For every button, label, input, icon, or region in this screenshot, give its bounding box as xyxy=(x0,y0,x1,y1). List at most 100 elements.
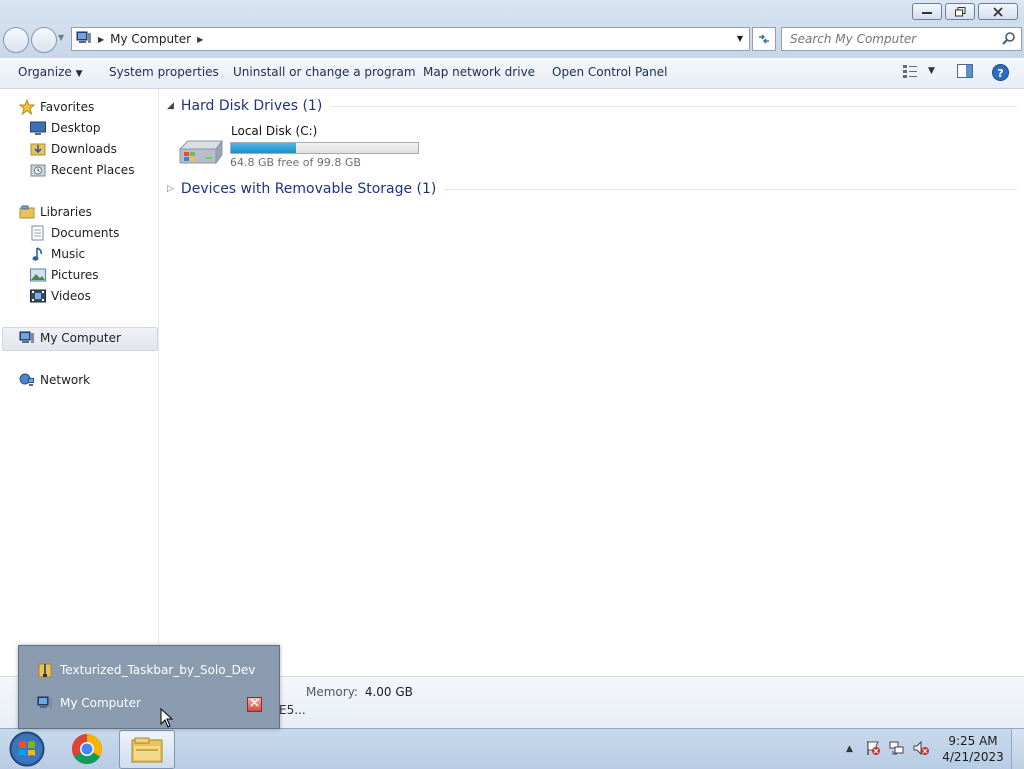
drive-name: Local Disk (C:) xyxy=(231,124,318,138)
network-status-icon[interactable] xyxy=(889,740,905,759)
navigation-pane: Favorites Desktop Downloads Recent Place… xyxy=(0,89,159,676)
computer-icon xyxy=(37,696,53,710)
address-bar[interactable]: ▶ My Computer ▶ ▼ xyxy=(71,27,750,51)
nav-item-documents[interactable]: Documents xyxy=(30,223,119,243)
group-header-hard-disk-drives[interactable]: ◢ Hard Disk Drives (1) xyxy=(167,98,1017,114)
organize-label: Organize xyxy=(18,65,72,79)
drive-usage-fill xyxy=(231,143,297,153)
address-row: ▼ ▶ My Computer ▶ ▼ xyxy=(0,24,1024,58)
divider xyxy=(444,188,1017,190)
drive-usage-bar xyxy=(230,142,419,154)
star-icon xyxy=(19,99,35,115)
nav-label: Desktop xyxy=(51,121,101,135)
processor-value: E5... xyxy=(279,703,306,717)
system-properties-button[interactable]: System properties xyxy=(109,65,219,79)
title-bar xyxy=(0,0,1024,24)
search-box[interactable] xyxy=(781,27,1022,51)
memory-info: Memory: 4.00 GB xyxy=(306,685,413,699)
action-center-icon[interactable] xyxy=(865,740,881,759)
videos-icon xyxy=(30,288,46,304)
breadcrumb-arrow-icon[interactable]: ▶ xyxy=(197,35,203,44)
forward-button[interactable] xyxy=(31,27,57,53)
minimize-button[interactable] xyxy=(912,3,942,20)
nav-label: Videos xyxy=(51,289,91,303)
volume-muted-icon[interactable] xyxy=(913,740,929,759)
libraries-icon xyxy=(19,204,35,220)
preview-pane-icon xyxy=(957,64,973,78)
chevron-down-icon: ▼ xyxy=(928,66,935,76)
help-button[interactable]: ? xyxy=(992,64,1009,81)
recent-pages-dropdown-icon[interactable]: ▼ xyxy=(58,33,64,42)
refresh-icon xyxy=(759,34,769,44)
recent-places-icon xyxy=(30,162,46,178)
clock[interactable]: 9:25 AM 4/21/2023 xyxy=(938,733,1008,765)
nav-item-my-computer[interactable]: My Computer xyxy=(19,328,121,348)
desktop-icon xyxy=(30,120,46,136)
nav-item-downloads[interactable]: Downloads xyxy=(30,139,117,159)
map-network-drive-button[interactable]: Map network drive xyxy=(423,65,535,79)
nav-label: Libraries xyxy=(40,205,92,219)
open-control-panel-button[interactable]: Open Control Panel xyxy=(552,65,667,79)
address-dropdown-icon[interactable]: ▼ xyxy=(737,34,743,43)
group-title: Hard Disk Drives (1) xyxy=(180,98,323,114)
close-icon xyxy=(250,698,259,707)
nav-label: Pictures xyxy=(51,268,99,282)
taskbar: ▲ 9:25 AM 4/21/2023 xyxy=(0,728,1024,769)
uninstall-program-button[interactable]: Uninstall or change a program xyxy=(233,65,416,79)
nav-label: My Computer xyxy=(40,331,121,345)
group-header-removable-storage[interactable]: ▷ Devices with Removable Storage (1) xyxy=(167,181,1017,197)
collapse-arrow-icon: ◢ xyxy=(167,101,174,111)
nav-item-music[interactable]: Music xyxy=(30,244,85,264)
refresh-button[interactable] xyxy=(752,27,776,51)
network-icon xyxy=(19,372,35,388)
nav-item-favorites[interactable]: Favorites xyxy=(19,97,94,117)
music-icon xyxy=(30,246,46,262)
memory-label: Memory: xyxy=(306,685,358,699)
nav-item-recent-places[interactable]: Recent Places xyxy=(30,160,134,180)
folder-icon xyxy=(131,737,163,762)
minimize-icon xyxy=(922,11,932,14)
popup-item-texturized-taskbar[interactable]: Texturized_Taskbar_by_Solo_Dev xyxy=(37,659,255,681)
breadcrumb-my-computer[interactable]: My Computer xyxy=(110,32,191,46)
memory-value: 4.00 GB xyxy=(364,685,413,699)
nav-label: Favorites xyxy=(40,100,95,114)
start-button[interactable] xyxy=(0,730,54,767)
svg-text:?: ? xyxy=(997,67,1003,80)
nav-item-libraries[interactable]: Libraries xyxy=(19,202,92,222)
breadcrumb-arrow-icon[interactable]: ▶ xyxy=(98,35,104,44)
view-options-icon xyxy=(903,65,917,78)
view-options-button[interactable]: ▼ xyxy=(902,64,935,78)
organize-menu[interactable]: Organize ▼ xyxy=(18,65,83,79)
search-input[interactable] xyxy=(788,31,1002,47)
computer-icon xyxy=(76,31,92,48)
chevron-down-icon: ▼ xyxy=(75,69,83,79)
hard-drive-icon xyxy=(176,135,224,170)
popup-item-label: My Computer xyxy=(60,696,141,710)
restore-icon xyxy=(954,6,965,16)
zip-folder-icon xyxy=(37,662,53,678)
taskbar-explorer[interactable] xyxy=(119,730,175,769)
nav-item-pictures[interactable]: Pictures xyxy=(30,265,99,285)
nav-item-network[interactable]: Network xyxy=(19,370,90,390)
window-controls xyxy=(912,3,1018,20)
command-bar: Organize ▼ System properties Uninstall o… xyxy=(0,58,1024,89)
popup-item-my-computer[interactable]: My Computer xyxy=(37,692,141,714)
nav-label: Documents xyxy=(51,226,120,240)
restore-button[interactable] xyxy=(945,3,975,20)
search-icon[interactable] xyxy=(1002,31,1016,48)
computer-icon xyxy=(19,330,35,346)
close-button[interactable] xyxy=(978,3,1018,20)
group-title: Devices with Removable Storage (1) xyxy=(180,181,437,197)
show-hidden-icons-button[interactable]: ▲ xyxy=(846,744,853,754)
back-button[interactable] xyxy=(3,27,29,53)
taskbar-chrome[interactable] xyxy=(60,730,114,767)
show-desktop-button[interactable] xyxy=(1011,729,1024,769)
content-pane: ◢ Hard Disk Drives (1) Local Disk (C:) 6… xyxy=(159,89,1024,676)
system-tray: ▲ xyxy=(846,729,929,769)
preview-pane-button[interactable] xyxy=(957,64,973,78)
popup-close-button[interactable] xyxy=(247,697,262,712)
taskbar-thumbnail-popup: Texturized_Taskbar_by_Solo_Dev My Comput… xyxy=(18,645,280,729)
nav-item-videos[interactable]: Videos xyxy=(30,286,91,306)
documents-icon xyxy=(30,225,46,241)
nav-item-desktop[interactable]: Desktop xyxy=(30,118,101,138)
